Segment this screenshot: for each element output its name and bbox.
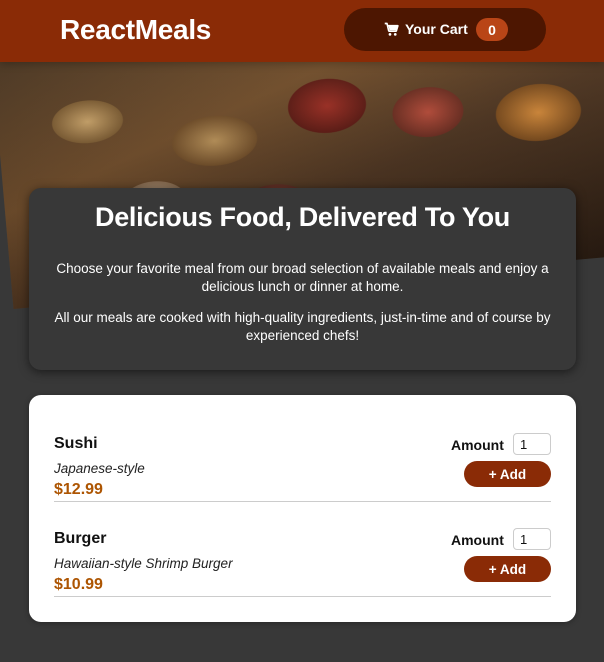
summary-title: Delicious Food, Delivered To You xyxy=(95,202,510,232)
amount-label: Amount xyxy=(451,437,504,453)
meal-item-sushi: Sushi Japanese-style $12.99 Amount + Add xyxy=(54,408,551,502)
meal-name: Burger xyxy=(54,530,107,547)
amount-label: Amount xyxy=(451,532,504,548)
add-to-cart-button[interactable]: + Add xyxy=(464,556,551,582)
meal-description: Japanese-style xyxy=(54,461,145,476)
meal-item-burger: Burger Hawaiian-style Shrimp Burger $10.… xyxy=(54,503,551,597)
cart-button[interactable]: Your Cart 0 xyxy=(344,8,546,51)
page: ReactMeals Your Cart 0 Delicious Food, D… xyxy=(0,0,604,662)
meal-name: Sushi xyxy=(54,435,98,452)
cart-label: Your Cart xyxy=(405,21,468,37)
amount-input[interactable] xyxy=(513,528,551,550)
cart-count-badge: 0 xyxy=(476,18,508,41)
meals-list-card: Sushi Japanese-style $12.99 Amount + Add… xyxy=(29,395,576,622)
meal-price: $12.99 xyxy=(54,481,103,498)
summary-paragraph: All our meals are cooked with high-quali… xyxy=(54,310,551,343)
app-header: ReactMeals Your Cart 0 xyxy=(0,0,604,62)
add-to-cart-button[interactable]: + Add xyxy=(464,461,551,487)
brand-title: ReactMeals xyxy=(60,14,212,45)
summary-paragraph: Choose your favorite meal from our broad… xyxy=(56,261,549,294)
meals-summary: Delicious Food, Delivered To You Choose … xyxy=(29,188,576,370)
meal-description: Hawaiian-style Shrimp Burger xyxy=(54,556,233,571)
meal-price: $10.99 xyxy=(54,576,103,593)
amount-input[interactable] xyxy=(513,433,551,455)
shopping-cart-icon xyxy=(384,22,399,37)
